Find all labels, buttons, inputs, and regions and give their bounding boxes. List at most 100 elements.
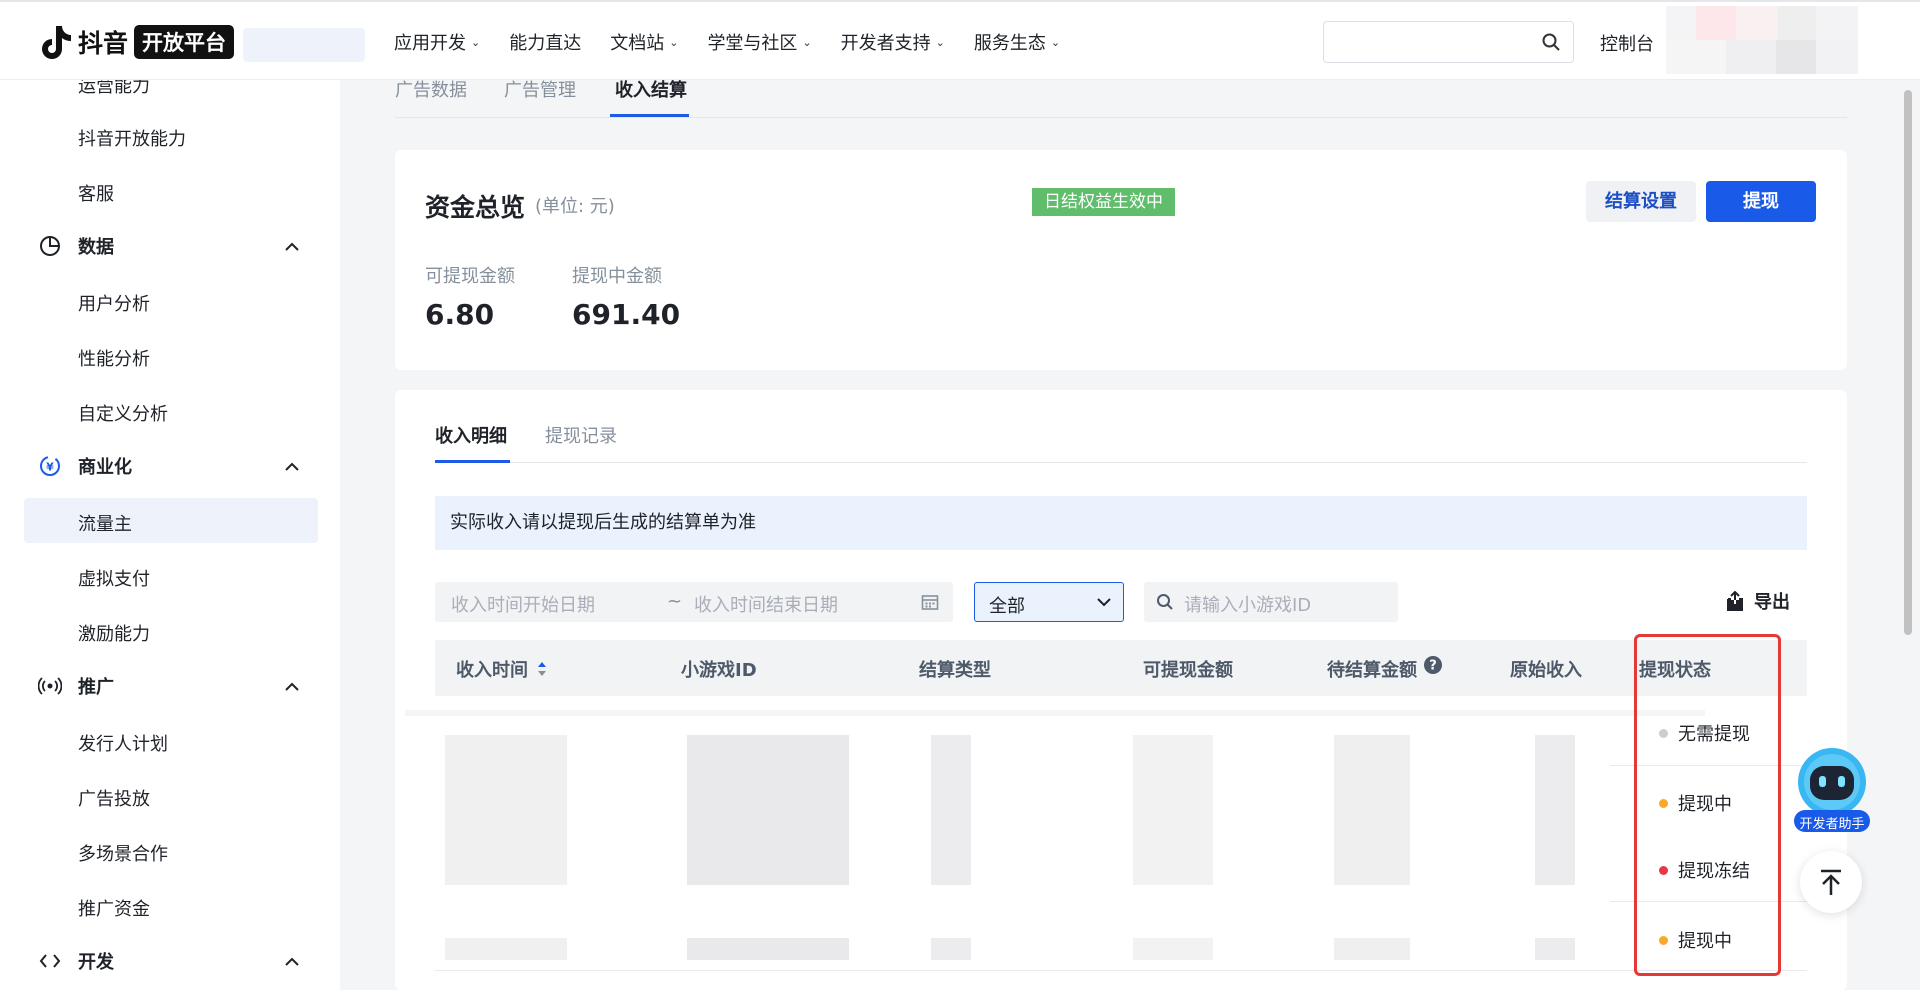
withdraw-button[interactable]: 提现 [1706, 181, 1816, 222]
fund-title: 资金总览 [425, 193, 526, 222]
nav-ecosystem[interactable]: 服务生态 ⌄ [974, 29, 1060, 55]
active-tab-underline [435, 460, 510, 463]
code-icon [38, 949, 62, 973]
search-input[interactable] [1323, 21, 1574, 63]
chevron-down-icon [1097, 598, 1111, 607]
sidebar-group-monetization[interactable]: ¥ 商业化 [38, 453, 132, 479]
type-select[interactable]: 全部 [974, 582, 1124, 622]
tab-divider [435, 462, 1807, 463]
chevron-down-icon: ⌄ [935, 35, 945, 49]
search-icon[interactable] [1541, 32, 1561, 52]
blurred-row-content [1535, 735, 1575, 885]
chevron-up-icon[interactable] [284, 460, 300, 472]
income-detail-card: 收入明细 提现记录 实际收入请以提现后生成的结算单为准 收入时间开始日期 ~ 收… [395, 390, 1847, 990]
available-amount-value: 6.80 [425, 298, 495, 331]
date-range-picker[interactable]: 收入时间开始日期 ~ 收入时间结束日期 [435, 582, 953, 622]
chevron-up-icon[interactable] [284, 680, 300, 692]
assistant-label: 开发者助手 [1799, 817, 1865, 832]
brand-name: 抖音 [78, 29, 129, 58]
chevron-down-icon: ⌄ [802, 35, 812, 49]
sidebar-item-publisher-plan[interactable]: 发行人计划 [78, 730, 168, 756]
developer-assistant-button[interactable]: 开发者助手 [1791, 746, 1873, 838]
sidebar-item-douyin-open[interactable]: 抖音开放能力 [78, 125, 186, 151]
col-withdrawable: 可提现金额 [1143, 660, 1233, 681]
avatar[interactable] [1666, 6, 1858, 74]
chevron-up-icon[interactable] [284, 240, 300, 252]
settlement-settings-button[interactable]: 结算设置 [1586, 181, 1696, 222]
main-menu: 应用开发 ⌄ 能力直达 文档站 ⌄ 学堂与社区 ⌄ 开发者支持 ⌄ 服务生态 ⌄ [394, 2, 1089, 82]
ad-tabs: 广告数据 广告管理 收入结算 [395, 76, 1847, 118]
help-icon[interactable]: ? [1423, 655, 1443, 675]
pie-chart-icon [38, 234, 62, 258]
game-id-search-input[interactable]: 请输入小游戏ID [1144, 582, 1398, 622]
col-original-income: 原始收入 [1510, 660, 1582, 681]
available-amount-label: 可提现金额 [425, 266, 515, 287]
logo[interactable]: 抖音 开放平台 [40, 24, 235, 60]
sidebar-item-user-analysis[interactable]: 用户分析 [78, 290, 150, 316]
sidebar-item-multi-scene[interactable]: 多场景合作 [78, 840, 168, 866]
status-badge: 日结权益生效中 [1032, 188, 1175, 216]
blurred-row-content [445, 938, 567, 960]
nav-app-dev[interactable]: 应用开发 ⌄ [394, 29, 480, 55]
col-income-time[interactable]: 收入时间 [456, 656, 548, 682]
pending-amount-label: 提现中金额 [572, 266, 662, 287]
blurred-row-content [1535, 938, 1575, 960]
blurred-row-content [405, 710, 1705, 716]
nav-capability[interactable]: 能力直达 [509, 29, 581, 55]
tab-income-detail[interactable]: 收入明细 [435, 422, 507, 448]
blurred-row-content [1334, 735, 1410, 885]
console-link[interactable]: 控制台 [1600, 30, 1654, 56]
chevron-down-icon: ⌄ [669, 35, 679, 49]
col-settle-type: 结算类型 [919, 660, 991, 681]
sidebar-item-virtual-pay[interactable]: 虚拟支付 [78, 565, 150, 591]
arrow-up-icon [1821, 869, 1841, 895]
sidebar-active-highlight [24, 498, 318, 543]
notice-banner: 实际收入请以提现后生成的结算单为准 [435, 496, 1807, 550]
sidebar-item-customer-service[interactable]: 客服 [78, 180, 114, 206]
sidebar-item-custom-analysis[interactable]: 自定义分析 [78, 400, 168, 426]
back-to-top-button[interactable] [1800, 851, 1862, 913]
col-pending-settle: 待结算金额 ? [1327, 656, 1443, 682]
search-icon [1157, 594, 1173, 610]
sidebar-item-incentive[interactable]: 激励能力 [78, 620, 150, 646]
sidebar-item-ops[interactable]: 运营能力 [78, 80, 150, 98]
active-tab-underline [610, 114, 689, 117]
chevron-down-icon: ⌄ [1050, 35, 1061, 49]
blurred-row-content [931, 938, 971, 960]
start-date-input[interactable]: 收入时间开始日期 [451, 591, 595, 617]
nav-docs[interactable]: 文档站 ⌄ [610, 29, 678, 55]
status-column-highlight [1634, 634, 1781, 976]
pending-amount-value: 691.40 [572, 298, 681, 331]
top-nav: 抖音 开放平台 应用开发 ⌄ 能力直达 文档站 ⌄ 学堂与社区 ⌄ 开发者支持 ⌄ 服务… [0, 0, 1920, 80]
calendar-icon[interactable] [921, 593, 939, 611]
end-date-input[interactable]: 收入时间结束日期 [694, 591, 838, 617]
sidebar-item-traffic-owner[interactable]: 流量主 [78, 510, 132, 536]
sidebar-item-perf-analysis[interactable]: 性能分析 [78, 345, 150, 371]
sidebar-group-promotion[interactable]: 推广 [38, 673, 114, 699]
sidebar-item-ad-delivery[interactable]: 广告投放 [78, 785, 150, 811]
fund-unit: (单位: 元) [535, 196, 615, 217]
col-game-id: 小游戏ID [681, 660, 757, 681]
chevron-up-icon[interactable] [284, 955, 300, 967]
table-header: 收入时间 小游戏ID 结算类型 可提现金额 待结算金额 ? 原始收入 提现状态 [435, 640, 1807, 696]
blurred-app-name [243, 28, 365, 62]
blurred-row-content [1133, 735, 1213, 885]
date-separator: ~ [667, 591, 683, 612]
broadcast-icon [38, 674, 62, 698]
sort-icon[interactable] [536, 660, 548, 678]
export-button[interactable]: 导出 [1726, 588, 1790, 614]
sidebar-item-promo-funds[interactable]: 推广资金 [78, 895, 150, 921]
nav-support[interactable]: 开发者支持 ⌄ [841, 29, 945, 55]
tab-withdraw-records[interactable]: 提现记录 [545, 422, 617, 448]
svg-text:¥: ¥ [46, 461, 54, 474]
nav-academy[interactable]: 学堂与社区 ⌄ [707, 29, 811, 55]
svg-text:?: ? [1429, 659, 1437, 674]
chevron-down-icon: ⌄ [471, 35, 481, 49]
page-scrollbar[interactable] [1904, 90, 1912, 635]
blurred-row-content [445, 735, 567, 885]
sidebar-group-data[interactable]: 数据 [38, 233, 114, 259]
blurred-row-content [1133, 938, 1213, 960]
douyin-logo-icon [40, 24, 72, 60]
blurred-row-content [687, 735, 849, 885]
sidebar-group-dev[interactable]: 开发 [38, 948, 114, 974]
